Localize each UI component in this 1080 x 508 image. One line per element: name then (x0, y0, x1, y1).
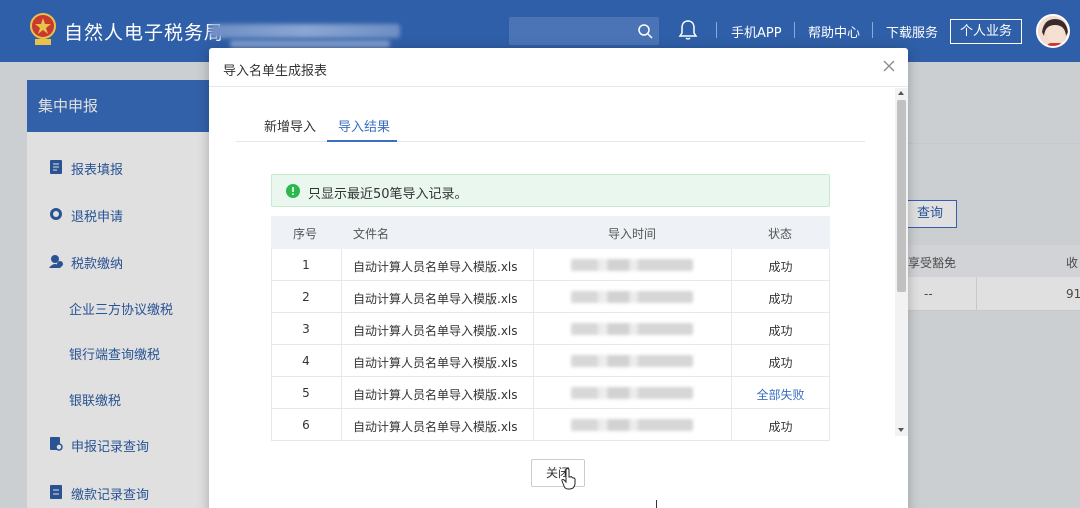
col-header-seq: 序号 (293, 227, 318, 241)
scroll-up-arrow-icon[interactable] (898, 91, 904, 95)
info-icon (286, 184, 300, 198)
scroll-down-arrow-icon[interactable] (898, 428, 904, 432)
text-cursor (656, 500, 657, 508)
tab-import-result[interactable]: 导入结果 (338, 116, 390, 135)
site-title: 自然人电子税务局 (64, 22, 225, 44)
col-header-time: 导入时间 (608, 227, 657, 241)
table-row: 5 自动计算人员名单导入模版.xls 全部失败 (271, 377, 830, 409)
hand-cursor-icon (561, 468, 576, 490)
row-time-redacted (571, 419, 693, 431)
table-row: 4 自动计算人员名单导入模版.xls 成功 (271, 345, 830, 377)
tax-emblem-icon (30, 13, 56, 45)
cell-border (341, 313, 342, 345)
row-seq: 1 (302, 258, 310, 272)
avatar[interactable] (1036, 14, 1070, 48)
row-file-name: 自动计算人员名单导入模版.xls (353, 260, 518, 274)
row-time-redacted (571, 259, 693, 271)
active-tab-indicator (327, 140, 397, 142)
nav-mobile-app[interactable]: 手机APP (731, 22, 782, 41)
row-file-name: 自动计算人员名单导入模版.xls (353, 356, 518, 370)
cell-border (533, 377, 534, 409)
nav-help-center[interactable]: 帮助中心 (808, 22, 860, 41)
row-time-redacted (571, 355, 693, 367)
table-row: 6 自动计算人员名单导入模版.xls 成功 (271, 409, 830, 441)
row-file-name: 自动计算人员名单导入模版.xls (353, 420, 518, 434)
row-seq: 3 (302, 322, 310, 336)
cell-border (341, 409, 342, 441)
bell-icon[interactable] (678, 19, 698, 41)
search-icon[interactable] (637, 23, 653, 39)
user-avatar-icon (1038, 16, 1068, 46)
nav-divider (716, 22, 717, 38)
cell-border (533, 249, 534, 281)
row-status: 成功 (768, 324, 793, 338)
table-row: 3 自动计算人员名单导入模版.xls 成功 (271, 313, 830, 345)
row-time-redacted (571, 387, 693, 399)
cell-border (533, 281, 534, 313)
row-file-name: 自动计算人员名单导入模版.xls (353, 388, 518, 402)
row-status: 成功 (768, 292, 793, 306)
blurred-subtitle (210, 24, 400, 38)
table-header: 序号 文件名 导入时间 状态 (271, 216, 830, 249)
row-seq: 6 (302, 418, 310, 432)
dialog-scrollbar[interactable] (895, 88, 908, 436)
cell-border (341, 345, 342, 377)
row-time-redacted (571, 323, 693, 335)
nav-divider (872, 22, 873, 38)
table-row: 2 自动计算人员名单导入模版.xls 成功 (271, 281, 830, 313)
blurred-subtitle-line (230, 40, 390, 48)
tab-new-import[interactable]: 新增导入 (264, 116, 316, 135)
personal-business-button[interactable]: 个人业务 (950, 19, 1022, 44)
cell-border (533, 345, 534, 377)
cell-border (341, 377, 342, 409)
scrollbar-thumb[interactable] (897, 100, 906, 292)
row-seq: 4 (302, 354, 310, 368)
row-file-name: 自动计算人员名单导入模版.xls (353, 292, 518, 306)
nav-download[interactable]: 下载服务 (886, 22, 938, 41)
col-header-status: 状态 (768, 227, 793, 241)
cell-border (341, 281, 342, 313)
row-status: 成功 (768, 260, 793, 274)
dialog-tabs: 新增导入 导入结果 (236, 110, 865, 142)
import-report-dialog: 导入名单生成报表 新增导入 导入结果 只显示最近50笔导入记录。 序号 文件名 … (209, 48, 908, 508)
search-input[interactable] (509, 17, 659, 45)
row-seq: 5 (302, 386, 310, 400)
notice-banner: 只显示最近50笔导入记录。 (271, 174, 830, 207)
notice-text: 只显示最近50笔导入记录。 (308, 187, 468, 202)
cell-border (341, 249, 342, 281)
row-status: 成功 (768, 356, 793, 370)
cell-border (533, 313, 534, 345)
row-status-fail-link[interactable]: 全部失败 (731, 386, 830, 403)
dialog-title: 导入名单生成报表 (223, 64, 328, 79)
table-row: 1 自动计算人员名单导入模版.xls 成功 (271, 249, 830, 281)
row-seq: 2 (302, 290, 310, 304)
cell-border (533, 409, 534, 441)
dialog-divider (209, 86, 908, 87)
row-time-redacted (571, 291, 693, 303)
row-status: 成功 (768, 420, 793, 434)
close-icon[interactable] (881, 58, 897, 74)
nav-divider (794, 22, 795, 38)
col-header-file: 文件名 (353, 227, 390, 241)
row-file-name: 自动计算人员名单导入模版.xls (353, 324, 518, 338)
